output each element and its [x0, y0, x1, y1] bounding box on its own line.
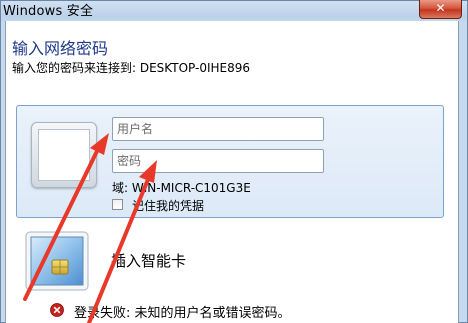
- dialog-heading: 输入网络密码: [12, 39, 109, 58]
- smartcard-icon: [25, 231, 89, 291]
- windows-security-dialog: Windows 安全 ✕ 输入网络密码 输入您的密码来连接到: DESKTOP-…: [0, 0, 468, 323]
- remember-label[interactable]: 记住我的凭据: [132, 197, 204, 214]
- window-title: Windows 安全: [3, 4, 94, 19]
- error-message: 登录失败: 未知的用户名或错误密码。: [74, 306, 291, 321]
- remember-checkbox[interactable]: [112, 199, 123, 210]
- user-picture: [38, 129, 90, 181]
- user-tile-icon: [31, 122, 97, 188]
- username-input[interactable]: [112, 117, 324, 141]
- error-icon: [50, 303, 64, 317]
- dialog-content: 输入网络密码 输入您的密码来连接到: DESKTOP-0IHE896 域: WI…: [5, 21, 459, 323]
- dialog-subheading: 输入您的密码来连接到: DESKTOP-0IHE896: [12, 61, 250, 75]
- close-button[interactable]: ✕: [419, 0, 462, 19]
- domain-label: 域: WIN-MICR-C101G3E: [112, 181, 251, 195]
- credential-tile[interactable]: 域: WIN-MICR-C101G3E 记住我的凭据: [16, 105, 444, 218]
- smartcard-label: 插入智能卡: [111, 252, 187, 270]
- smartcard-tile[interactable]: 插入智能卡: [16, 226, 444, 291]
- password-input[interactable]: [112, 149, 324, 173]
- close-icon: ✕: [435, 1, 446, 15]
